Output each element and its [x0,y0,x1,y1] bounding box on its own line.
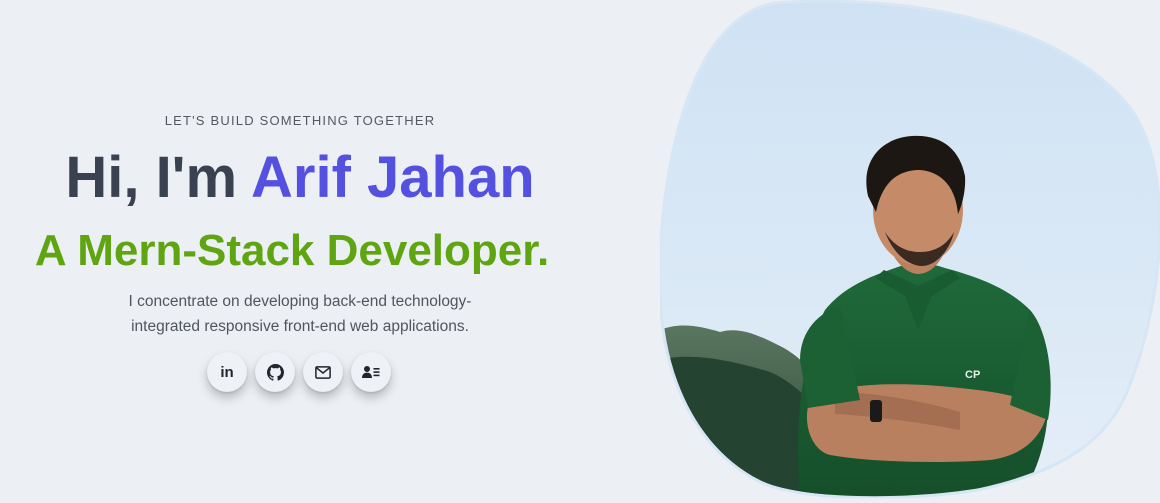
hero-greeting: Hi, I'm [65,145,252,210]
hero-role: A Mern-Stack Developer. [34,226,550,275]
hero-eyebrow: LET'S BUILD SOMETHING TOGETHER [164,113,436,128]
linkedin-button[interactable]: in [207,352,247,392]
linkedin-icon: in [220,363,234,381]
profile-photo: CP [658,0,1160,500]
hero-description: I concentrate on developing back-end tec… [128,293,472,335]
social-links: in [207,352,391,392]
github-icon [266,363,284,381]
github-button[interactable] [255,352,295,392]
hero-title: Hi, I'm Arif Jahan [0,142,600,214]
profile-photo-blob: CP [658,0,1160,500]
mail-icon [315,365,331,379]
svg-text:CP: CP [965,369,980,381]
contact-button[interactable] [351,352,391,392]
hero-intro: LET'S BUILD SOMETHING TOGETHER Hi, I'm A… [0,0,600,498]
hero-name: Arif Jahan [251,145,535,210]
contact-card-icon [362,366,380,378]
email-button[interactable] [303,352,343,392]
